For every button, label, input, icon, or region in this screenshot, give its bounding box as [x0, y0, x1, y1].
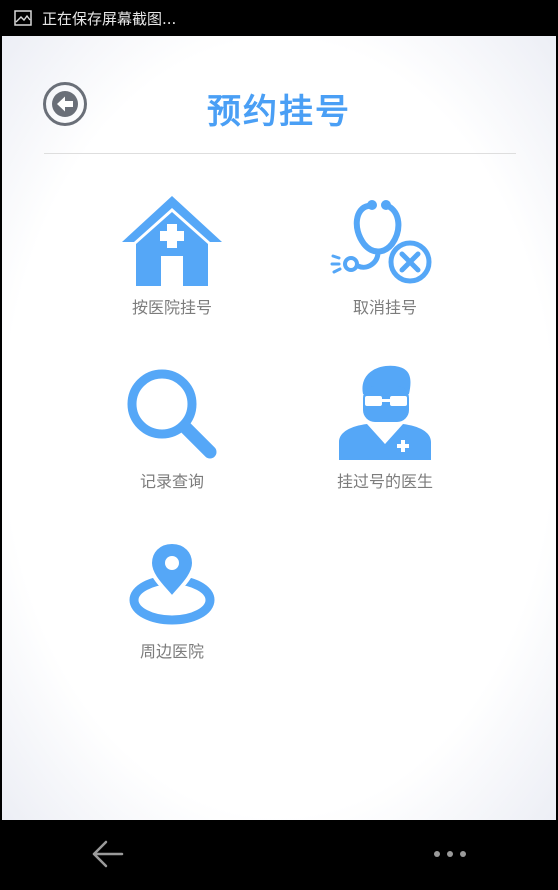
header-divider [44, 153, 516, 154]
location-pin-icon [129, 539, 215, 625]
menu-item-label: 记录查询 [139, 472, 204, 491]
menu-item-record-search[interactable]: 记录查询 [72, 366, 272, 492]
phone-screen: 正在保存屏幕截图... 预约挂号 按医院挂号 取消挂号 记录查询 挂过号的医生 … [0, 0, 558, 890]
doctor-icon [339, 365, 431, 460]
image-icon [14, 10, 32, 26]
status-bar: 正在保存屏幕截图... [0, 0, 558, 36]
navigation-bar [0, 820, 558, 890]
header: 预约挂号 [2, 36, 556, 154]
menu-item-registered-doctors[interactable]: 挂过号的医生 [285, 364, 485, 492]
hospital-icon [122, 196, 222, 286]
menu-item-label: 挂过号的医生 [336, 472, 433, 491]
menu-item-label: 取消挂号 [352, 298, 417, 317]
cancel-stethoscope-icon [330, 200, 432, 284]
menu-item-label: 周边医院 [139, 642, 204, 661]
page-title: 预约挂号 [207, 92, 351, 132]
menu-item-hospital-registration[interactable]: 按医院挂号 [72, 194, 272, 318]
status-text: 正在保存屏幕截图... [42, 9, 177, 28]
menu-item-label: 按医院挂号 [131, 298, 212, 317]
search-icon [127, 369, 217, 459]
main-content: 预约挂号 按医院挂号 取消挂号 记录查询 挂过号的医生 周边医院 [2, 36, 556, 820]
more-dots-icon[interactable] [430, 842, 470, 866]
back-arrow-icon[interactable] [88, 836, 128, 872]
menu-item-cancel-registration[interactable]: 取消挂号 [285, 194, 485, 318]
menu-item-nearby-hospitals[interactable]: 周边医院 [72, 536, 272, 662]
